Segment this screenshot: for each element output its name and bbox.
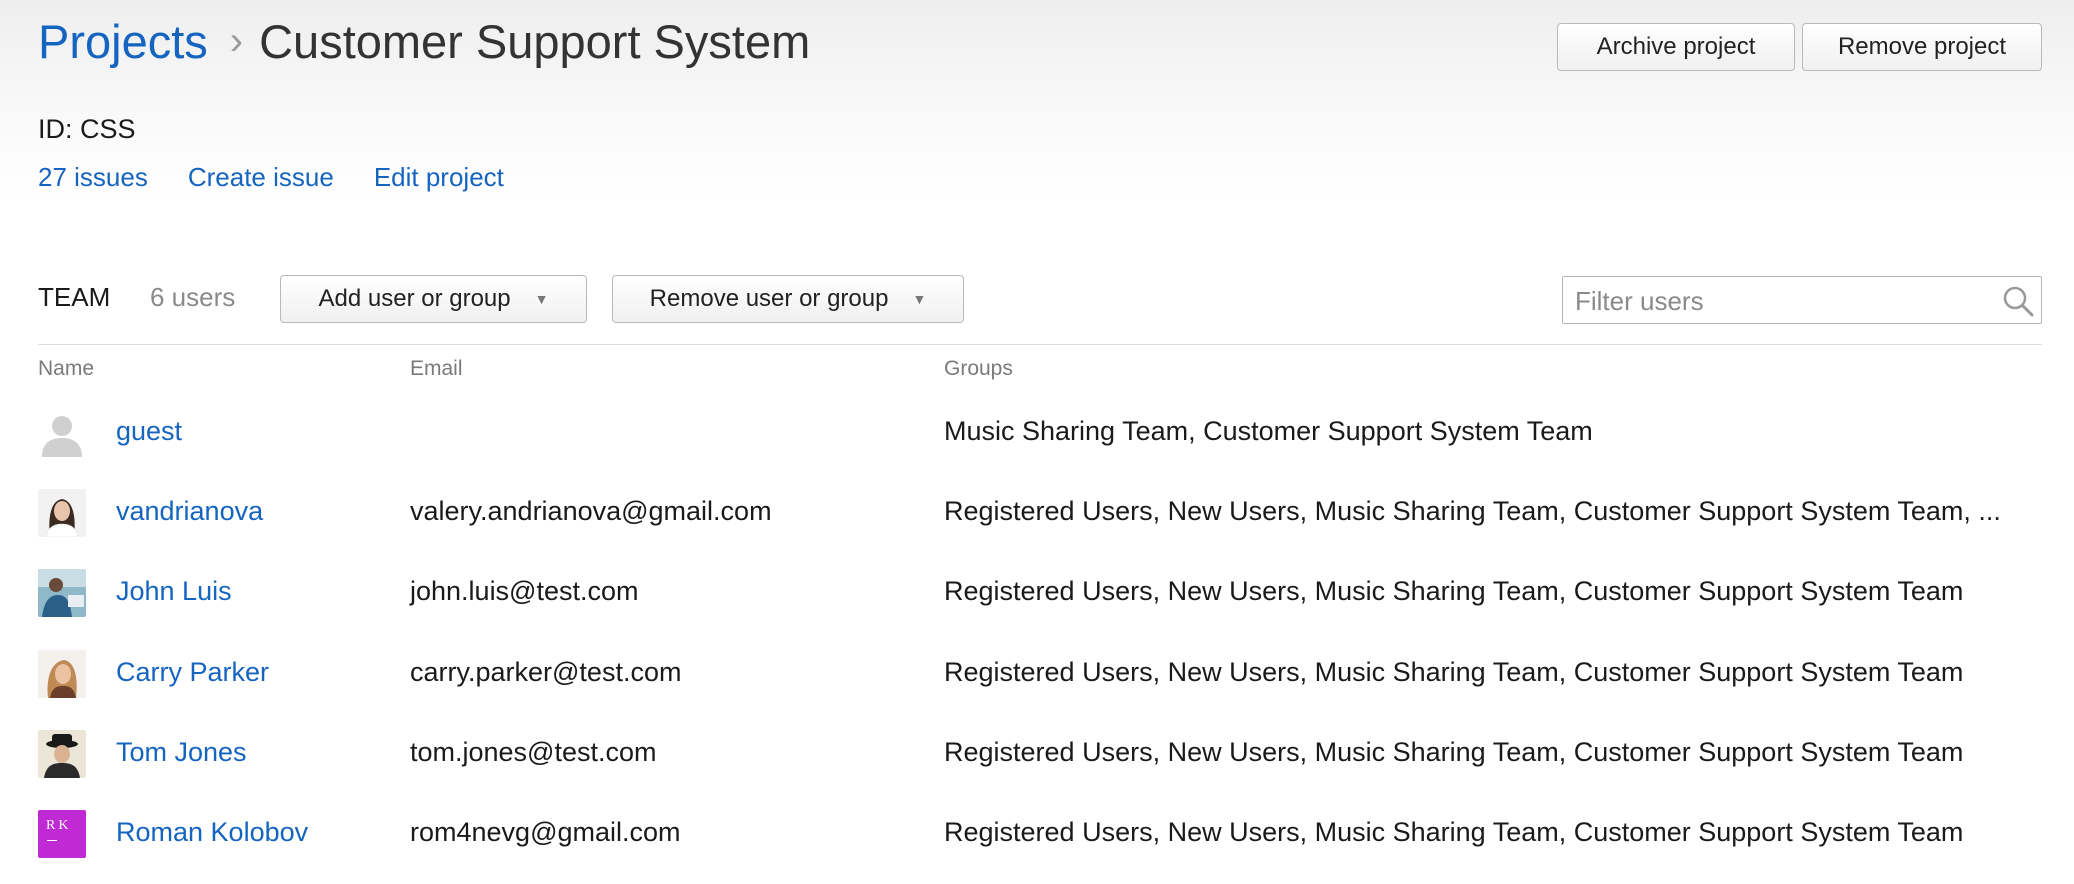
team-user-count: 6 users xyxy=(150,282,236,312)
user-groups: Registered Users, New Users, Music Shari… xyxy=(944,576,1964,606)
user-photo-icon xyxy=(38,730,86,778)
table-row: vandrianova valery.andrianova@gmail.com … xyxy=(0,473,2074,553)
user-email: rom4nevg@gmail.com xyxy=(410,817,681,847)
user-email: tom.jones@test.com xyxy=(410,737,657,767)
breadcrumb-projects-link[interactable]: Projects xyxy=(38,14,208,69)
table-row: RK Roman Kolobov rom4nevg@gmail.com Regi… xyxy=(0,794,2074,874)
user-email: valery.andrianova@gmail.com xyxy=(410,496,772,526)
team-divider xyxy=(38,344,2042,345)
user-groups: Music Sharing Team, Customer Support Sys… xyxy=(944,416,1593,446)
user-groups: Registered Users, New Users, Music Shari… xyxy=(944,817,1964,847)
edit-project-link[interactable]: Edit project xyxy=(374,162,504,193)
user-name-link[interactable]: John Luis xyxy=(116,576,232,607)
user-name-link[interactable]: Roman Kolobov xyxy=(116,817,308,848)
project-links: 27 issues Create issue Edit project xyxy=(38,162,544,193)
breadcrumb: Projects › Customer Support System xyxy=(38,14,810,69)
user-email: john.luis@test.com xyxy=(410,576,639,606)
table-row: Tom Jones tom.jones@test.com Registered … xyxy=(0,714,2074,794)
chevron-down-icon: ▼ xyxy=(534,291,549,307)
issues-link[interactable]: 27 issues xyxy=(38,162,148,193)
avatar xyxy=(38,650,86,698)
user-email: carry.parker@test.com xyxy=(410,657,682,687)
page-title: Customer Support System xyxy=(259,15,811,68)
create-issue-link[interactable]: Create issue xyxy=(188,162,334,193)
project-id: ID: CSS xyxy=(38,114,136,144)
user-photo-icon xyxy=(38,569,86,617)
user-photo-icon xyxy=(38,650,86,698)
remove-user-or-group-label: Remove user or group xyxy=(649,285,889,312)
avatar: RK xyxy=(38,810,86,858)
table-row: Carry Parker carry.parker@test.com Regis… xyxy=(0,634,2074,714)
avatar xyxy=(38,409,86,457)
avatar xyxy=(38,489,86,537)
user-name-link[interactable]: Carry Parker xyxy=(116,657,269,688)
table-row: guest Music Sharing Team, Customer Suppo… xyxy=(0,393,2074,473)
avatar xyxy=(38,730,86,778)
filter-users-field[interactable] xyxy=(1562,276,2042,324)
user-groups: Registered Users, New Users, Music Shari… xyxy=(944,657,1964,687)
column-header-name: Name xyxy=(38,357,95,380)
default-user-icon xyxy=(38,409,86,457)
archive-project-button[interactable]: Archive project xyxy=(1557,23,1795,71)
table-row: John Luis john.luis@test.com Registered … xyxy=(0,553,2074,633)
filter-users-input[interactable] xyxy=(1573,285,1977,317)
avatar-initials: RK xyxy=(46,818,72,833)
remove-user-or-group-button[interactable]: Remove user or group ▼ xyxy=(612,275,964,323)
user-groups: Registered Users, New Users, Music Shari… xyxy=(944,496,2001,526)
search-icon[interactable] xyxy=(2001,284,2035,318)
column-header-groups: Groups xyxy=(944,357,1013,380)
add-user-or-group-label: Add user or group xyxy=(318,285,511,312)
user-photo-icon xyxy=(38,489,86,537)
chevron-down-icon: ▼ xyxy=(912,291,927,307)
remove-project-button[interactable]: Remove project xyxy=(1802,23,2042,71)
user-groups: Registered Users, New Users, Music Shari… xyxy=(944,737,1964,767)
user-name-link[interactable]: vandrianova xyxy=(116,496,263,527)
add-user-or-group-button[interactable]: Add user or group ▼ xyxy=(280,275,587,323)
avatar-initials-underline xyxy=(47,840,57,841)
breadcrumb-separator-icon: › xyxy=(229,19,244,63)
user-name-link[interactable]: Tom Jones xyxy=(116,737,247,768)
user-name-link[interactable]: guest xyxy=(116,416,182,447)
column-header-email: Email xyxy=(410,357,463,380)
team-label: TEAM xyxy=(38,282,111,312)
avatar xyxy=(38,569,86,617)
